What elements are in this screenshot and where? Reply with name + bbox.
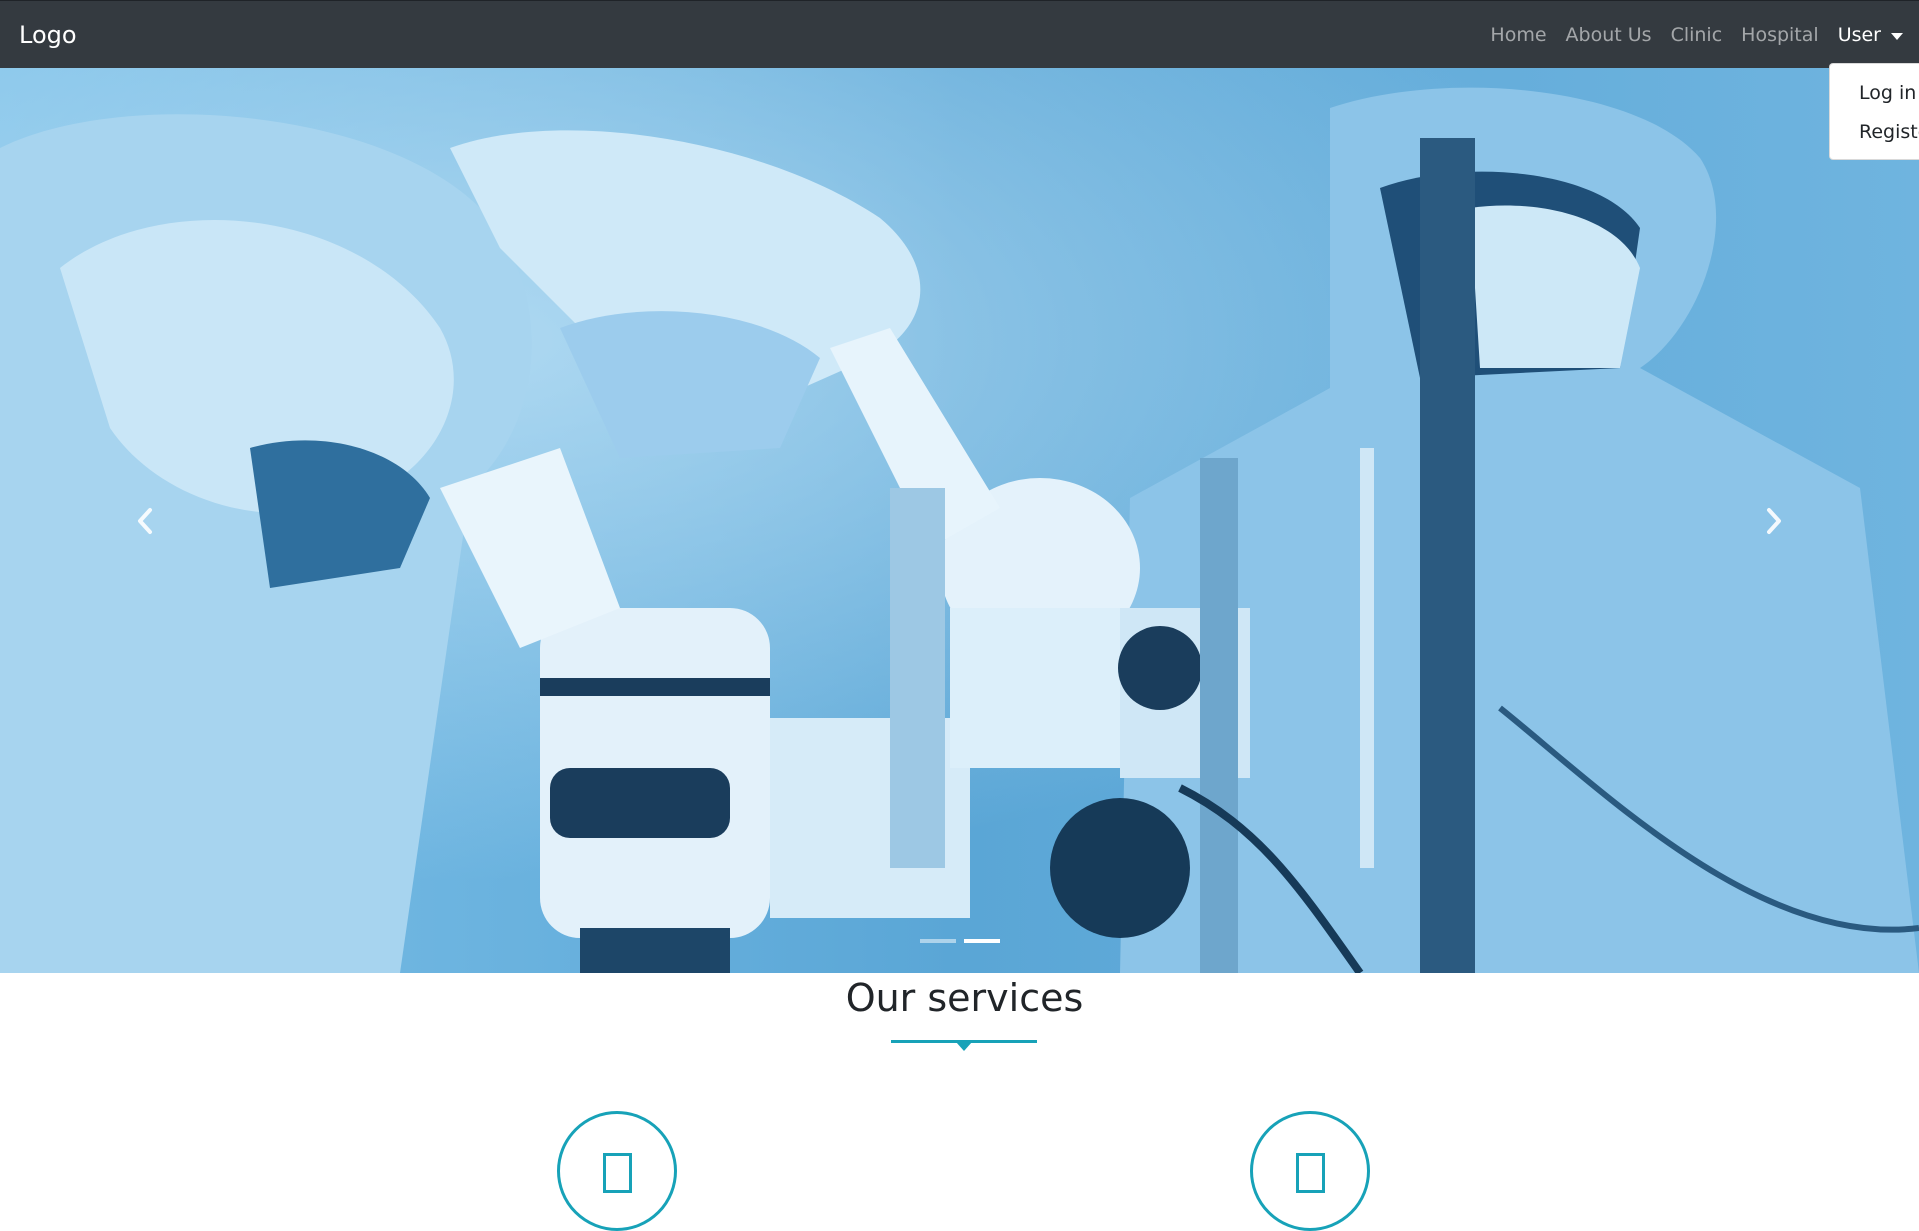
- chevron-right-icon: [1767, 507, 1781, 534]
- nav-link-clinic[interactable]: Clinic: [1671, 23, 1723, 47]
- user-dropdown-toggle[interactable]: User: [1838, 23, 1903, 47]
- user-label: User: [1837, 24, 1881, 46]
- nav-links: Home About Us Clinic Hospital User: [1490, 23, 1903, 47]
- nav-link-hospital[interactable]: Hospital: [1741, 23, 1819, 47]
- service-icon-1: [557, 1111, 677, 1231]
- carousel-prev-button[interactable]: [0, 68, 290, 973]
- nav-link-about-us[interactable]: About Us: [1566, 23, 1652, 47]
- mobile-icon: [602, 1153, 632, 1193]
- chevron-left-icon: [138, 507, 152, 534]
- dropdown-item-log-in[interactable]: Log in: [1830, 74, 1919, 113]
- carousel-next-button[interactable]: [1629, 68, 1919, 973]
- carousel-indicator-1[interactable]: [919, 939, 956, 943]
- hero-carousel: [0, 68, 1919, 973]
- divider-notch-icon: [956, 1042, 972, 1051]
- top-navbar: Logo Home About Us Clinic Hospital User: [0, 0, 1919, 68]
- mobile-icon: [1295, 1153, 1325, 1193]
- service-icon-2: [1250, 1111, 1370, 1231]
- caret-down-icon: [1891, 32, 1903, 40]
- brand-logo[interactable]: Logo: [19, 21, 77, 49]
- carousel-indicators: [0, 939, 1919, 943]
- user-dropdown-menu: Log in Register: [1829, 63, 1919, 160]
- dropdown-item-register[interactable]: Register: [1830, 113, 1919, 152]
- carousel-indicator-2[interactable]: [963, 939, 1000, 943]
- nav-link-home[interactable]: Home: [1490, 23, 1546, 47]
- services-heading: Our services: [845, 976, 1084, 1020]
